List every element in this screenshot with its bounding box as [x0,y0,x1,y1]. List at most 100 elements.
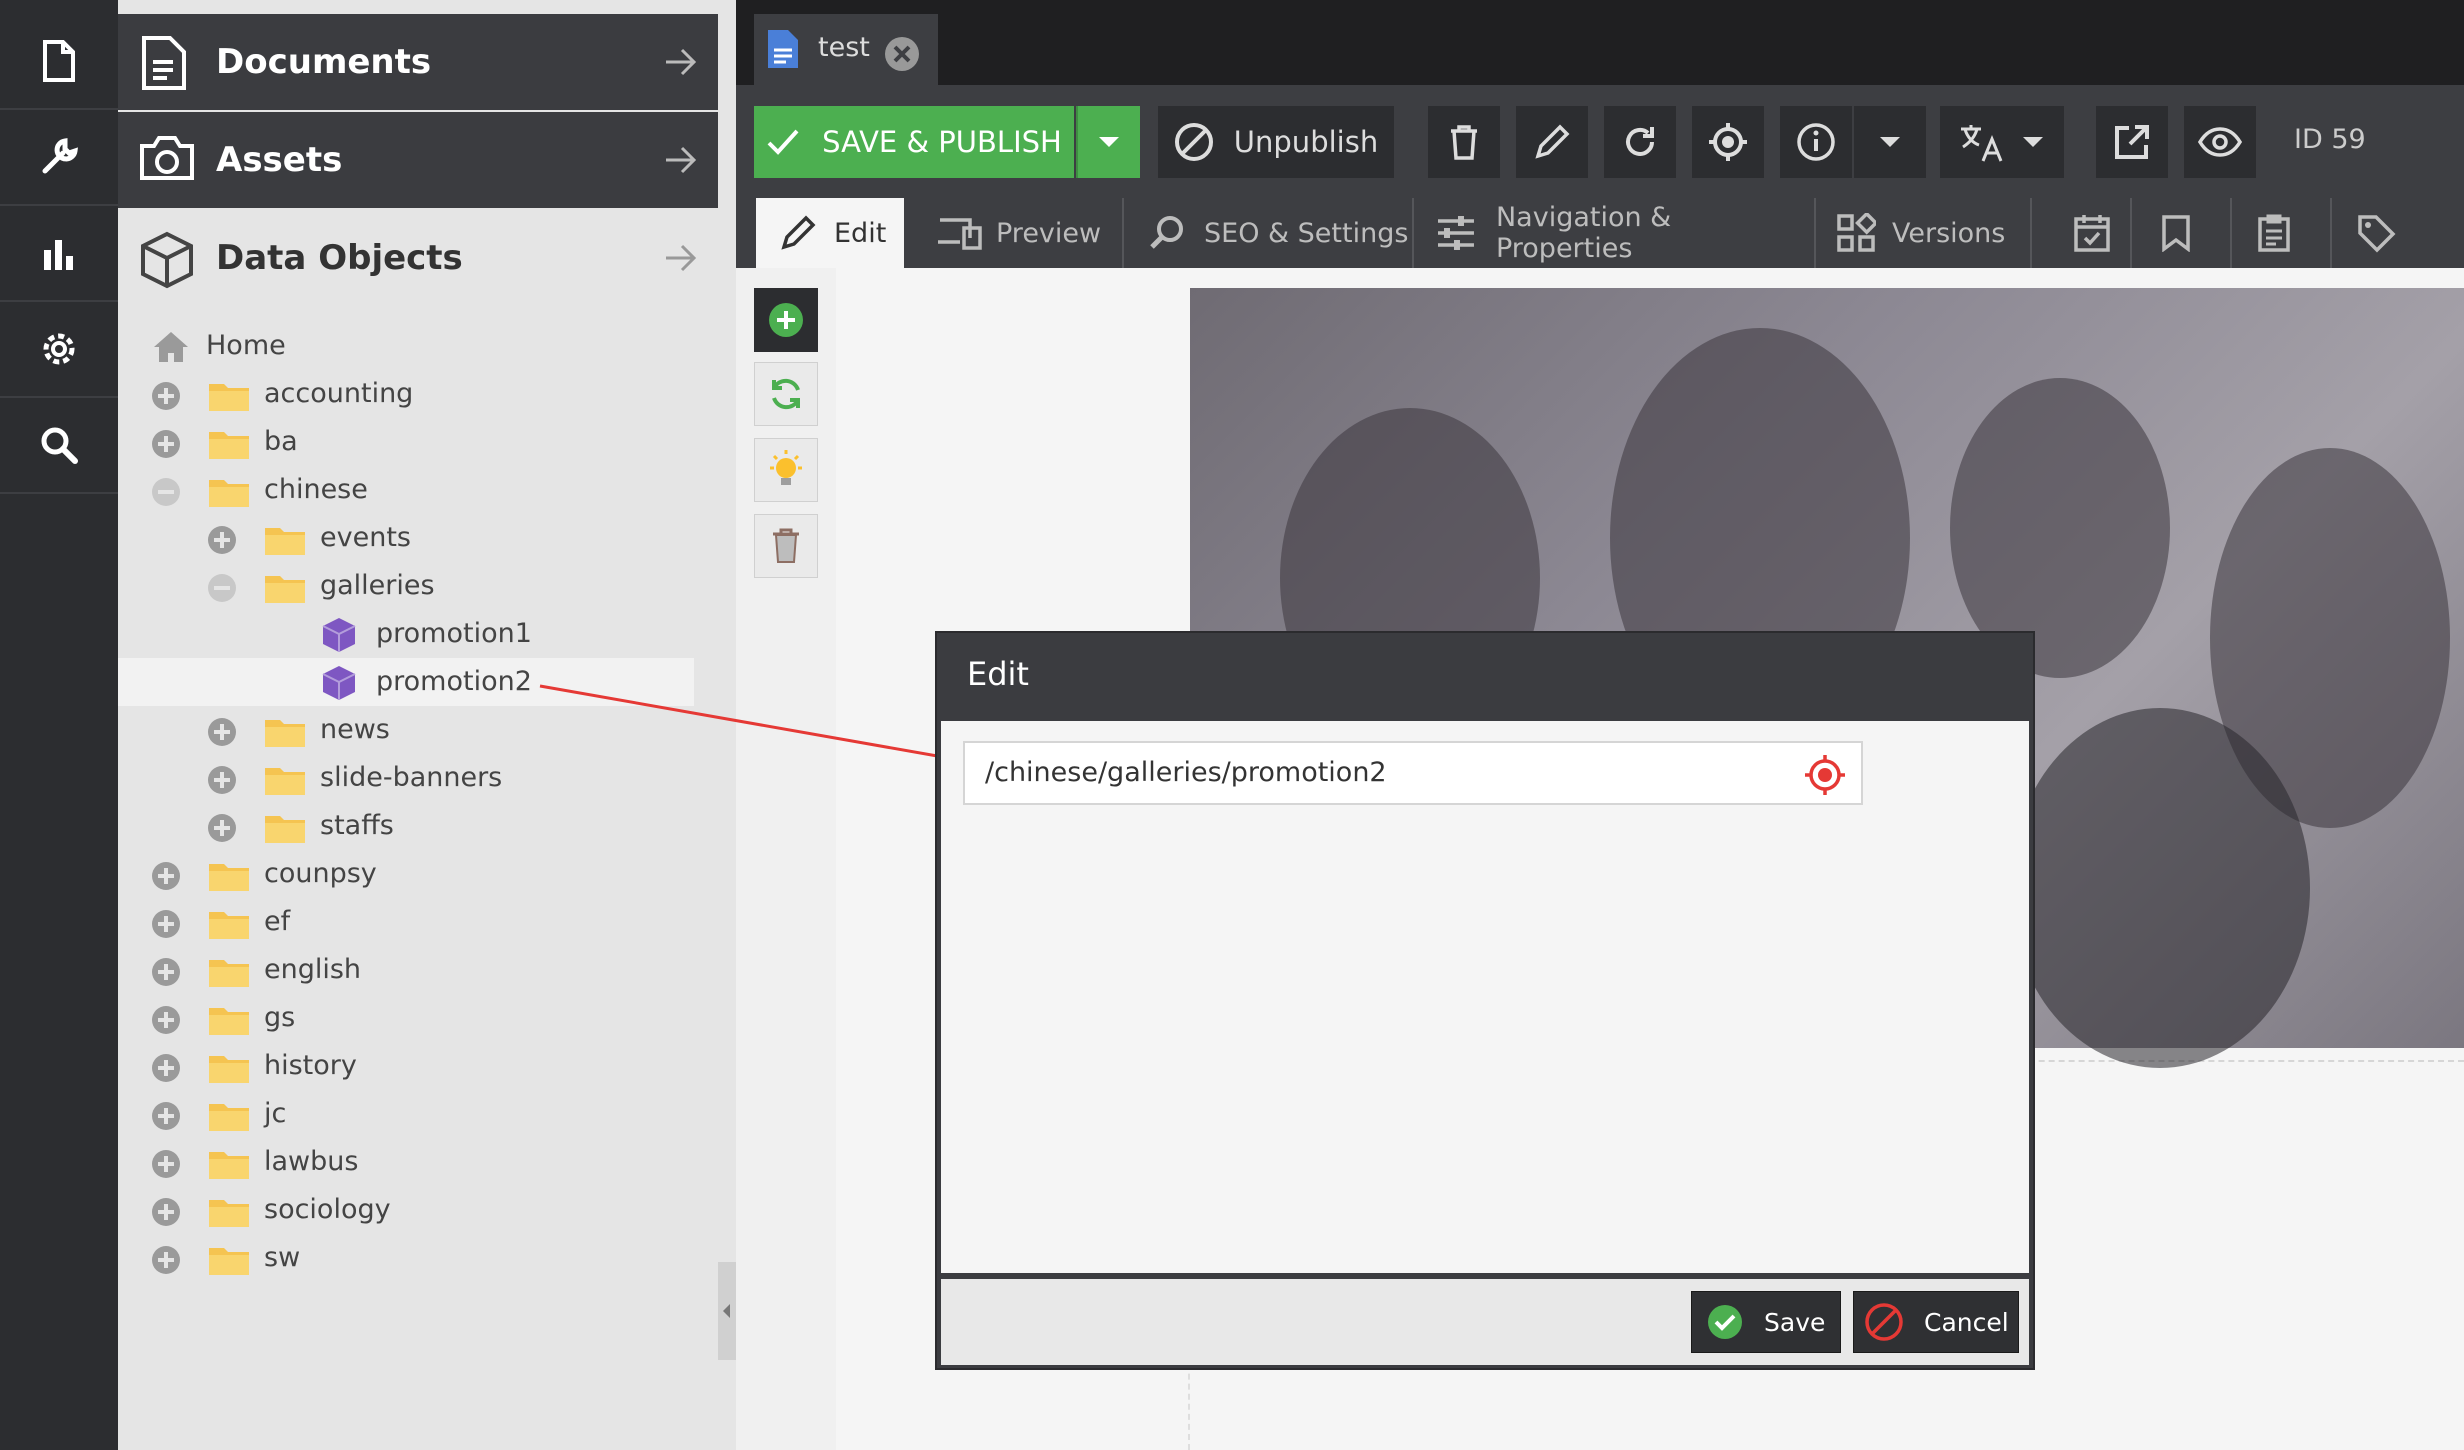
tree-item-label: ba [264,426,298,457]
save-dropdown-button[interactable] [1076,106,1140,178]
arrow-right-icon[interactable] [662,44,698,80]
folder-icon [208,1052,250,1084]
sliders-icon [1437,216,1474,250]
close-icon[interactable] [884,36,920,72]
tree-item-chinese[interactable]: chinese [118,466,718,514]
tree-item-sw[interactable]: sw [118,1234,718,1282]
top-bar [736,0,2464,85]
tree-item-counpsy[interactable]: counpsy [118,850,718,898]
expand-icon[interactable] [152,1150,180,1178]
collapse-icon[interactable] [152,478,180,506]
ban-icon [1174,123,1213,161]
chart-icon[interactable] [0,206,118,302]
tree-item-label: slide-banners [320,762,503,793]
tree-item-ba[interactable]: ba [118,418,718,466]
expand-icon[interactable] [152,1246,180,1274]
folder-icon [208,1148,250,1180]
expand-icon[interactable] [152,430,180,458]
accordion-assets[interactable]: Assets [118,112,718,208]
tree-item-ef[interactable]: ef [118,898,718,946]
tree-item-label: staffs [320,810,394,841]
target-icon[interactable] [1803,753,1847,797]
tab-bookmark[interactable] [2136,198,2216,268]
tree-item-lawbus[interactable]: lawbus [118,1138,718,1186]
tab-separator [1122,198,1124,268]
unpublish-button[interactable]: Unpublish [1158,106,1394,178]
collapse-icon[interactable] [208,574,236,602]
info-button[interactable] [1780,106,1852,178]
clipboard-icon [2258,214,2290,252]
document-icon[interactable] [0,14,118,110]
expand-icon[interactable] [152,1054,180,1082]
wrench-icon[interactable] [0,110,118,206]
tab-notes[interactable] [2234,198,2314,268]
tab-edit[interactable]: Edit [756,198,904,268]
expand-icon[interactable] [152,1102,180,1130]
expand-icon[interactable] [152,910,180,938]
caret-down-icon [1880,137,1900,147]
tree-item-label: lawbus [264,1146,359,1177]
expand-icon[interactable] [208,814,236,842]
tree-item-label: events [320,522,411,553]
delete-button[interactable] [1428,106,1500,178]
tree-item-gs[interactable]: gs [118,994,718,1042]
folder-icon [208,1196,250,1228]
open-external-button[interactable] [2096,106,2168,178]
tree-item-jc[interactable]: jc [118,1090,718,1138]
tree-item-sociology[interactable]: sociology [118,1186,718,1234]
expand-icon[interactable] [152,1006,180,1034]
tree-item-label: promotion1 [376,618,532,649]
tree-item-staffs[interactable]: staffs [118,802,718,850]
save-publish-button[interactable]: SAVE & PUBLISH [754,106,1074,178]
collapse-handle[interactable] [718,1262,736,1360]
tree-item-label: promotion2 [376,666,532,697]
check-icon [767,129,799,155]
delete-block-button[interactable] [754,514,818,578]
tree-item-promotion1[interactable]: promotion1 [118,610,718,658]
accordion-documents[interactable]: Documents [118,14,718,110]
save-button[interactable]: Save [1691,1291,1841,1353]
locate-button[interactable] [1692,106,1764,178]
refresh-block-button[interactable] [754,362,818,426]
external-link-icon [2115,125,2149,159]
arrow-right-icon[interactable] [662,240,698,276]
tab-versions[interactable]: Versions [1836,198,2036,268]
expand-icon[interactable] [152,382,180,410]
tree-item-accounting[interactable]: accounting [118,370,718,418]
tree-item-events[interactable]: events [118,514,718,562]
folder-icon [208,428,250,460]
tab-navigation-properties[interactable]: Navigation & Properties [1436,198,1816,268]
tree-home[interactable]: Home [118,322,718,370]
tab-seo-settings[interactable]: SEO & Settings [1148,198,1410,268]
arrow-right-icon[interactable] [662,142,698,178]
expand-icon[interactable] [208,766,236,794]
dialog-footer: Save Cancel [941,1279,2029,1365]
expand-icon[interactable] [152,862,180,890]
reload-button[interactable] [1604,106,1676,178]
cancel-button[interactable]: Cancel [1853,1291,2019,1353]
expand-icon[interactable] [152,958,180,986]
add-block-button[interactable] [754,288,818,352]
accordion-data-objects[interactable]: Data Objects [118,210,718,306]
tab-tags[interactable] [2336,198,2416,268]
translate-button[interactable] [1940,106,2064,178]
info-dropdown-button[interactable] [1854,106,1926,178]
tree-item-label: sociology [264,1194,391,1225]
expand-icon[interactable] [152,1198,180,1226]
tree-item-label: sw [264,1242,301,1273]
preview-eye-button[interactable] [2184,106,2256,178]
folder-icon [264,524,306,556]
tree-item-history[interactable]: history [118,1042,718,1090]
hint-button[interactable] [754,438,818,502]
tree-item-galleries[interactable]: galleries [118,562,718,610]
search-icon[interactable] [0,398,118,494]
gear-icon[interactable] [0,302,118,398]
expand-icon[interactable] [208,526,236,554]
tab-test[interactable]: test [754,14,938,85]
href-input[interactable]: /chinese/galleries/promotion2 [963,741,1863,805]
tab-preview[interactable]: Preview [936,198,1122,268]
tree-item-english[interactable]: english [118,946,718,994]
rename-button[interactable] [1516,106,1588,178]
expand-icon[interactable] [208,718,236,746]
tab-schedule[interactable] [2052,198,2132,268]
